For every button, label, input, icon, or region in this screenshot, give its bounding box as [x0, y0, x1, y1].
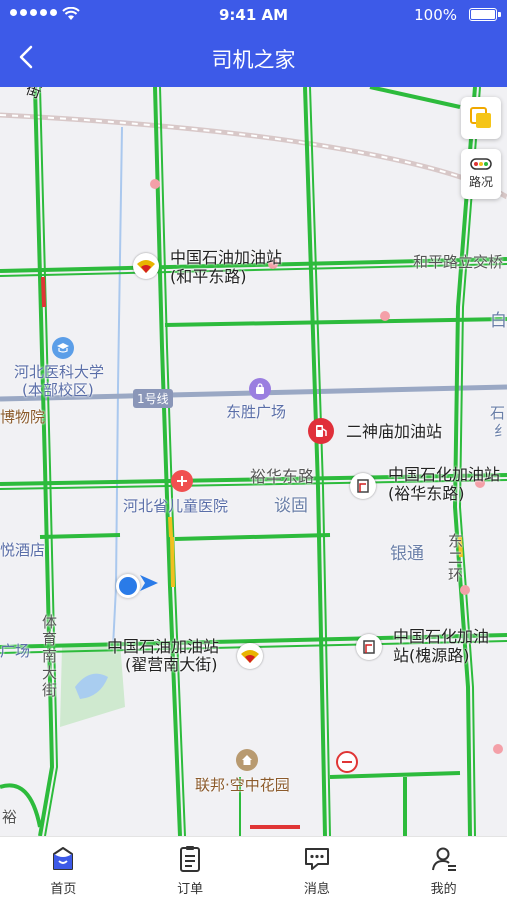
map-label: 联邦·空中花园 [195, 776, 290, 794]
map-label: 中国石化加油站 [388, 465, 501, 484]
tab-label: 订单 [177, 882, 204, 897]
map-label: 裕华东路 [250, 467, 315, 486]
tab-label: 消息 [303, 882, 330, 897]
map-label: (翟营南大街) [125, 655, 218, 674]
map-label: 和平路立交桥 [413, 253, 504, 271]
map-label: 河北省儿童医院 [123, 497, 229, 515]
map-label: 白 [490, 311, 507, 331]
battery-icon [469, 8, 497, 21]
battery-text: 100% [414, 6, 457, 24]
map-label: 石 [490, 404, 506, 422]
page-title: 司机之家 [211, 48, 296, 72]
map-label: 中国石油加油站 [107, 637, 220, 656]
current-location-marker [116, 574, 140, 598]
map-label: 广场 [0, 642, 31, 660]
no-entry-icon [336, 751, 358, 773]
user-icon [431, 847, 456, 871]
status-bar: 9:41 AM 100% [0, 0, 507, 30]
map-label: (本部校区) [22, 381, 94, 399]
university-icon [52, 337, 74, 359]
map-label: 二神庙加油站 [346, 422, 443, 441]
map-label: (裕华东路) [388, 484, 465, 503]
tab-mine[interactable]: 我的 [380, 837, 507, 900]
gas-station-sinopec-icon[interactable] [350, 473, 376, 499]
map-label: 裕 [2, 808, 18, 826]
map-label: 纟 [494, 422, 507, 440]
layers-icon [470, 107, 491, 128]
hospital-icon [171, 470, 193, 492]
metro-line-badge: 1号线 [133, 389, 173, 408]
tab-bar: 首页 订单 消息 我的 [0, 836, 507, 900]
map-label: 东二环 [448, 532, 464, 584]
map-label: 站(槐源路) [393, 646, 470, 665]
map-label: 中国石油加油站 [170, 248, 283, 267]
tab-home[interactable]: 首页 [0, 837, 127, 900]
map-view[interactable]: 街 中国石油加油站 (和平东路) 和平路立交桥 白 河北医科大学 (本部校区) … [0, 87, 507, 836]
tab-label: 我的 [430, 882, 457, 897]
layers-button[interactable] [461, 97, 501, 139]
map-label: 东胜广场 [226, 403, 287, 421]
map-label: 博物院 [0, 408, 46, 426]
tab-label: 首页 [50, 882, 77, 897]
gas-station-petrochina-icon[interactable] [133, 253, 159, 279]
map-roads [0, 87, 507, 836]
orders-icon [180, 846, 201, 872]
traffic-button[interactable]: 路况 [461, 149, 501, 199]
traffic-label: 路况 [468, 175, 493, 189]
map-label: 银通 [390, 544, 424, 564]
map-label: 体育南大街 [42, 613, 58, 699]
tab-messages[interactable]: 消息 [254, 837, 381, 900]
map-label: 中国石化加油 [393, 627, 490, 646]
home-icon [53, 847, 74, 870]
map-label: 悦酒店 [0, 541, 46, 559]
residential-icon [236, 749, 258, 771]
map-label: 河北医科大学 [14, 363, 105, 381]
gas-pump-icon[interactable] [308, 418, 334, 444]
map-label: (和平东路) [170, 267, 247, 286]
tab-orders[interactable]: 订单 [127, 837, 254, 900]
heading-arrow-icon [140, 575, 158, 591]
gas-station-petrochina-icon[interactable] [237, 643, 263, 669]
map-label: 谈固 [274, 496, 308, 516]
gas-station-sinopec-icon[interactable] [356, 634, 382, 660]
traffic-light-icon [470, 158, 492, 170]
message-icon [304, 848, 329, 870]
navbar: 司机之家 [0, 30, 507, 87]
shopping-icon [249, 378, 271, 400]
